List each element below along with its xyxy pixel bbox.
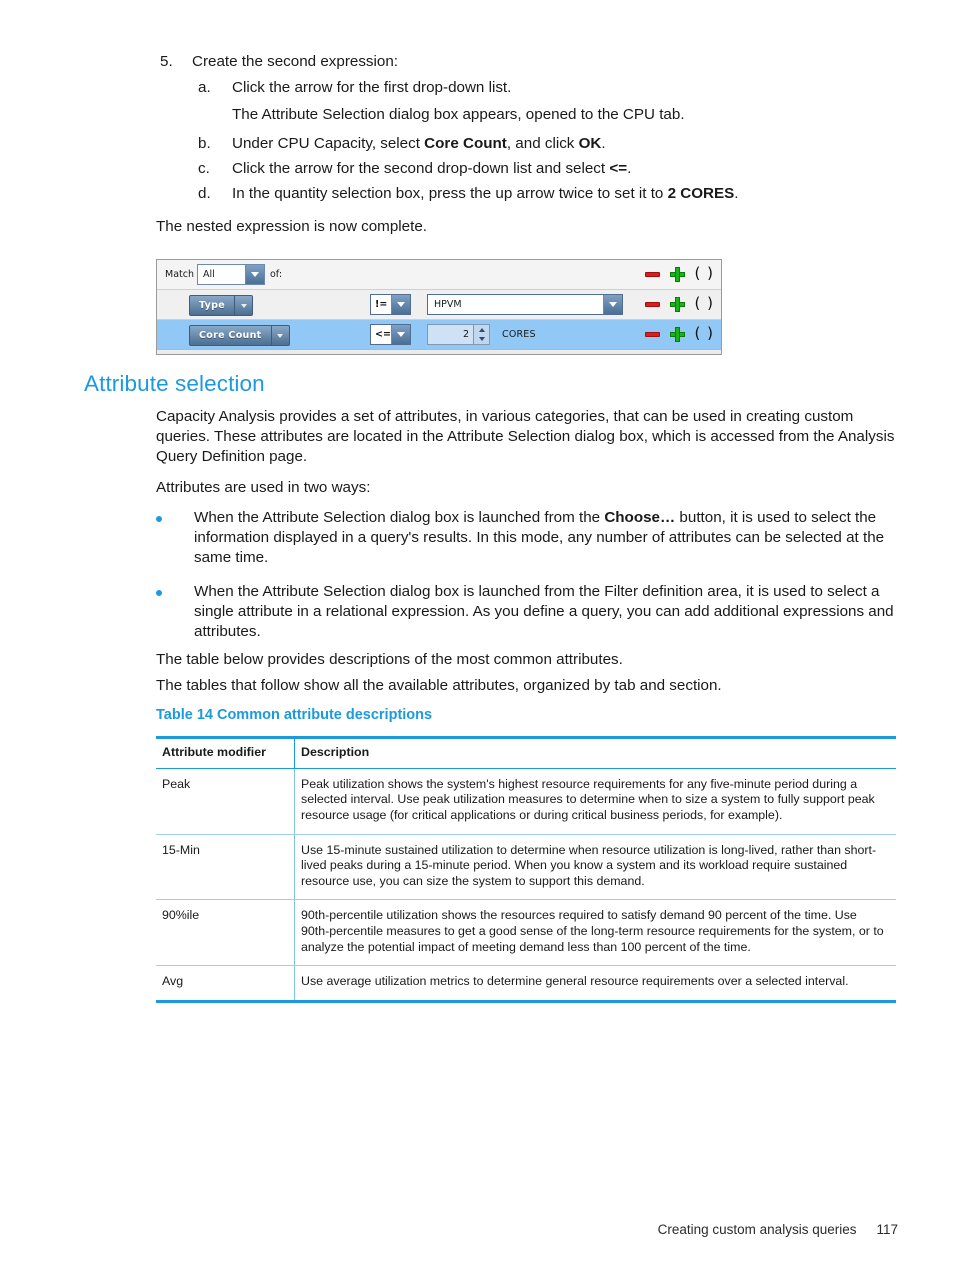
attribute-button-core-count[interactable]: Core Count (189, 325, 290, 346)
chevron-down-icon[interactable] (391, 325, 410, 344)
operator-dropdown-core-count[interactable]: <= (370, 324, 411, 345)
remove-row-icon[interactable] (644, 332, 660, 337)
add-row-icon[interactable] (669, 327, 685, 342)
substep-text: Under CPU Capacity, select Core Count, a… (232, 135, 606, 153)
table-row: Avg Use average utilization metrics to d… (156, 965, 896, 1000)
procedure-step-title: Create the second expression: (192, 53, 398, 70)
attribute-button-label: Type (199, 300, 225, 311)
table-bottom-rule (156, 999, 896, 1003)
document-page: 5. Create the second expression: a. Clic… (0, 0, 954, 1271)
operator-value: <= (375, 329, 391, 340)
remove-row-icon[interactable] (644, 302, 660, 307)
match-label: Match (165, 269, 194, 280)
table-row: 90%ile 90th-percentile utilization shows… (156, 899, 896, 967)
cell-modifier: 15-Min (156, 834, 295, 901)
table-row: Peak Peak utilization shows the system's… (156, 768, 896, 835)
chevron-down-icon[interactable] (270, 326, 289, 345)
quantity-unit-label: CORES (502, 329, 536, 340)
match-mode-value: All (203, 269, 215, 280)
widget-match-row: Match All of: ( ) (157, 260, 721, 290)
stepper-down-icon[interactable] (474, 335, 489, 345)
widget-expression-row-type[interactable]: Type != HPVM ( ) (157, 290, 721, 320)
substep-text: Click the arrow for the second drop-down… (232, 160, 632, 178)
bullet-icon (156, 508, 194, 522)
group-parentheses-icon[interactable]: ( ) (695, 266, 714, 281)
chevron-down-icon[interactable] (391, 295, 410, 314)
table-header-row: Attribute modifier Description (156, 739, 896, 769)
chevron-down-icon[interactable] (234, 296, 252, 315)
substep-letter: b. (198, 135, 211, 153)
operator-value: != (375, 299, 388, 310)
procedure-substeps: a. Click the arrow for the first drop-do… (192, 78, 916, 204)
page-footer: Creating custom analysis queries 117 (658, 1222, 898, 1237)
substep-b: b. Under CPU Capacity, select Core Count… (192, 134, 916, 154)
table-row: 15-Min Use 15-minute sustained utilizati… (156, 834, 896, 901)
section-paragraph-1: Capacity Analysis provides a set of attr… (156, 408, 895, 466)
attribute-button-label: Core Count (199, 330, 262, 341)
remove-row-icon[interactable] (644, 272, 660, 277)
widget-expression-row-core-count[interactable]: Core Count <= 2 CORES ( ) (157, 320, 721, 350)
cell-modifier: Peak (156, 768, 295, 835)
stepper-buttons (473, 325, 489, 344)
group-parentheses-icon[interactable]: ( ) (695, 326, 714, 341)
substep-letter: c. (198, 160, 210, 178)
add-row-icon[interactable] (669, 297, 685, 312)
column-header-attribute-modifier: Attribute modifier (156, 739, 295, 769)
quantity-stepper[interactable]: 2 (427, 324, 490, 345)
common-attribute-descriptions-table: Attribute modifier Description Peak Peak… (156, 736, 896, 1003)
section-heading: Attribute selection (84, 371, 265, 396)
substep-c: c. Click the arrow for the second drop-d… (192, 159, 916, 179)
add-row-icon[interactable] (669, 267, 685, 282)
quantity-value: 2 (462, 329, 469, 340)
procedure-step-5: 5. Create the second expression: a. Clic… (156, 52, 916, 209)
group-parentheses-icon[interactable]: ( ) (695, 296, 714, 311)
procedure-step-number: 5. (160, 53, 173, 70)
footer-chapter-title: Creating custom analysis queries (657, 1222, 857, 1237)
cell-modifier: 90%ile (156, 899, 295, 967)
stepper-up-icon[interactable] (474, 325, 489, 335)
cell-description: Peak utilization shows the system's high… (294, 768, 896, 835)
substep-a-continuation: The Attribute Selection dialog box appea… (232, 106, 685, 124)
substep-a: a. Click the arrow for the first drop-do… (192, 78, 916, 98)
substep-text: Click the arrow for the first drop-down … (232, 79, 512, 97)
row-actions: ( ) (644, 260, 714, 289)
value-dropdown-type[interactable]: HPVM (427, 294, 623, 315)
list-item: When the Attribute Selection dialog box … (156, 508, 904, 569)
row-actions: ( ) (644, 320, 714, 349)
cell-description: Use 15-minute sustained utilization to d… (294, 834, 896, 901)
cell-description: 90th-percentile utilization shows the re… (294, 899, 896, 967)
section-paragraph-3: The table below provides descriptions of… (156, 651, 623, 668)
chevron-down-icon[interactable] (603, 295, 622, 314)
procedure-list: 5. Create the second expression: a. Clic… (156, 52, 916, 209)
substep-d: d. In the quantity selection box, press … (192, 184, 916, 204)
cell-description: Use average utilization metrics to deter… (301, 974, 849, 989)
match-mode-dropdown[interactable]: All (197, 264, 265, 285)
substep-letter: d. (198, 185, 211, 203)
operator-dropdown-type[interactable]: != (370, 294, 411, 315)
list-item: When the Attribute Selection dialog box … (156, 582, 904, 643)
match-suffix-label: of: (270, 269, 283, 280)
table-caption: Table 14 Common attribute descriptions (156, 707, 433, 723)
column-header-description: Description (294, 739, 896, 769)
chevron-down-icon[interactable] (245, 265, 264, 284)
cell-modifier: Avg (156, 965, 295, 1000)
attribute-button-type[interactable]: Type (189, 295, 253, 316)
substep-letter: a. (198, 79, 211, 97)
row-actions: ( ) (644, 290, 714, 319)
value-text: HPVM (434, 299, 462, 310)
substep-text: In the quantity selection box, press the… (232, 185, 739, 203)
filter-expression-widget: Match All of: ( ) Type != HPVM () Core … (156, 259, 722, 355)
section-paragraph-4: The tables that follow show all the avai… (156, 677, 722, 694)
list-item-text: When the Attribute Selection dialog box … (194, 509, 885, 567)
procedure-closing-text: The nested expression is now complete. (156, 218, 427, 235)
footer-page-number: 117 (876, 1222, 898, 1237)
section-paragraph-2: Attributes are used in two ways: (156, 479, 371, 496)
list-item-text: When the Attribute Selection dialog box … (194, 582, 894, 641)
bullet-icon (156, 582, 194, 596)
section-bullet-list: When the Attribute Selection dialog box … (156, 508, 904, 655)
